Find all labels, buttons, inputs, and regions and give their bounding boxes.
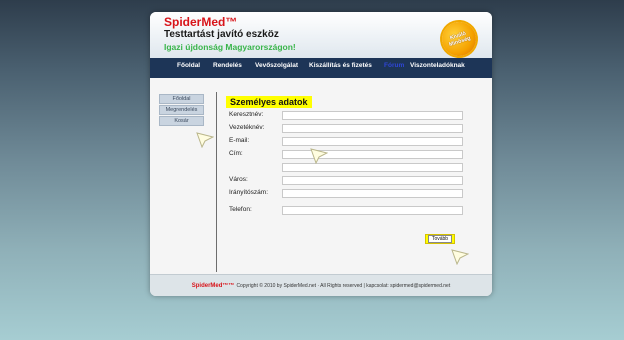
sidebar-item-fooldal[interactable]: Főoldal	[159, 94, 204, 104]
email-input[interactable]	[282, 137, 463, 146]
form-section-title: Személyes adatok	[226, 96, 312, 108]
label-city: Város:	[229, 176, 248, 183]
phone-input[interactable]	[282, 206, 463, 215]
decorative-pointer-icon	[310, 148, 328, 164]
label-first-name: Keresztnév:	[229, 111, 264, 118]
site-footer: SpiderMed™™ Copyright © 2010 by SpiderMe…	[150, 274, 492, 296]
footer-brand: SpiderMed™™	[191, 283, 235, 289]
nav-item-kiszallitas[interactable]: Kiszállítás és fizetés	[309, 62, 372, 69]
page-container: SpiderMed™ Testtartást javító eszköz Iga…	[150, 12, 492, 296]
nav-item-vevoszolgalat[interactable]: Vevőszolgálat	[255, 62, 298, 69]
address-line-2-input[interactable]	[282, 163, 463, 172]
label-phone: Telefon:	[229, 206, 252, 213]
label-address: Cím:	[229, 150, 243, 157]
last-name-input[interactable]	[282, 124, 463, 133]
next-button[interactable]: Tovább	[425, 234, 455, 244]
nav-item-forum[interactable]: Fórum	[384, 62, 404, 69]
label-last-name: Vezetéknév:	[229, 124, 265, 131]
label-zip: Irányítószám:	[229, 189, 269, 196]
nav-item-viszonteladoknak[interactable]: Viszonteladóknak	[410, 62, 465, 69]
label-email: E-mail:	[229, 137, 250, 144]
header-subtag: Igazi újdonság Magyarországon!	[164, 42, 296, 52]
footer-copyright: Copyright © 2010 by SpiderMed.net · All …	[236, 283, 451, 289]
quality-badge-icon: Kiváló Minőség	[437, 17, 481, 61]
main-content: Főoldal Megrendelés Kosár Személyes adat…	[150, 78, 492, 274]
main-nav: Főoldal Rendelés Vevőszolgálat Kiszállít…	[150, 58, 492, 78]
decorative-pointer-icon	[196, 132, 214, 148]
next-button-label: Tovább	[427, 235, 453, 243]
decorative-pointer-icon	[451, 249, 469, 265]
sidebar-item-megrendeles[interactable]: Megrendelés	[159, 105, 204, 115]
header-tagline: Testtartást javító eszköz	[164, 29, 279, 40]
brand-title[interactable]: SpiderMed™	[164, 15, 237, 29]
site-header: SpiderMed™ Testtartást javító eszköz Iga…	[150, 12, 492, 61]
sidebar-item-kosar[interactable]: Kosár	[159, 116, 204, 126]
zip-input[interactable]	[282, 189, 463, 198]
first-name-input[interactable]	[282, 111, 463, 120]
city-input[interactable]	[282, 176, 463, 185]
nav-item-rendeles[interactable]: Rendelés	[213, 62, 242, 69]
nav-item-fooldal[interactable]: Főoldal	[177, 62, 200, 69]
sidebar-divider	[216, 92, 217, 272]
